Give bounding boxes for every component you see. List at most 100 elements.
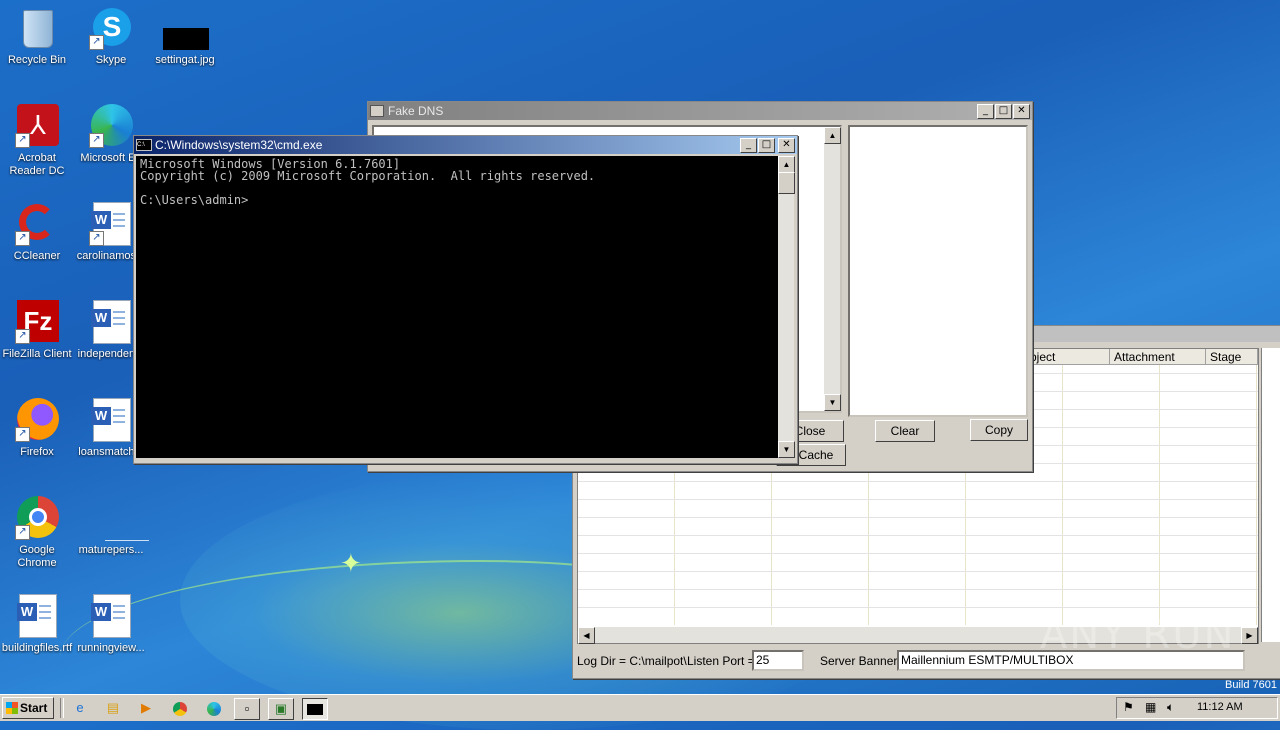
word-doc-icon: W <box>89 300 133 344</box>
media-player-icon[interactable]: ▶ <box>134 698 158 718</box>
explorer-folder-icon[interactable]: ▤ <box>101 698 125 718</box>
cmd-line-copyright: Copyright (c) 2009 Microsoft Corporation… <box>140 169 596 183</box>
desktop-icon-label: runningview... <box>77 642 145 654</box>
edge-icon: ↗ <box>89 104 133 148</box>
dns-log-scrollbar[interactable]: ▲ ▼ <box>824 127 841 411</box>
cmd-scrollbar[interactable]: ▲ ▼ <box>778 156 795 458</box>
word-doc-icon: W <box>89 594 133 638</box>
dns-output-panel[interactable] <box>848 125 1028 417</box>
column-header-subject[interactable]: bject <box>1026 349 1110 365</box>
clear-button[interactable]: Clear <box>875 420 935 442</box>
ie-icon[interactable]: e <box>68 698 92 718</box>
shortcut-arrow-icon: ↗ <box>15 525 30 540</box>
fake-dns-taskbar-icon[interactable]: ▫ <box>234 698 260 720</box>
desktop-icon-label: Recycle Bin <box>7 54 67 66</box>
desktop-icon-label: CCleaner <box>13 250 61 262</box>
copy-button[interactable]: Copy <box>970 419 1028 441</box>
word-doc-icon: W <box>89 398 133 442</box>
maximize-button[interactable]: □ <box>758 137 775 153</box>
desktop-icon-firefox[interactable]: ↗ Firefox <box>0 398 74 459</box>
recycle-bin-icon <box>15 6 59 50</box>
blank-file-icon <box>89 496 149 541</box>
scroll-down-button[interactable]: ▼ <box>778 441 795 458</box>
cmd-window-icon: C:\ <box>136 139 152 151</box>
network-icon[interactable]: ▦ <box>1145 700 1156 714</box>
start-label: Start <box>20 701 48 715</box>
close-icon[interactable]: ✕ <box>778 137 795 153</box>
desktop-icon-skype[interactable]: S ↗ Skype <box>74 6 148 67</box>
listen-port-label: Listen Port = <box>687 654 755 668</box>
desktop-icon-maturepers[interactable]: maturepers... <box>74 496 149 557</box>
right-panel-edge <box>1261 348 1280 642</box>
acrobat-icon: ⅄ ↗ <box>15 104 59 148</box>
server-banner-label: Server Banner <box>820 654 898 668</box>
skype-icon: S ↗ <box>89 6 133 50</box>
scroll-down-button[interactable]: ▼ <box>824 394 841 411</box>
scroll-left-button[interactable]: ◀ <box>578 627 595 644</box>
word-doc-icon: W ↗ <box>89 202 133 246</box>
taskbar-divider <box>60 698 64 718</box>
shortcut-arrow-icon: ↗ <box>89 35 104 50</box>
scroll-up-button[interactable]: ▲ <box>778 156 795 173</box>
volume-icon[interactable]: 🔈︎ <box>1167 700 1174 715</box>
scroll-right-button[interactable]: ▶ <box>1241 627 1258 644</box>
minimize-button[interactable]: _ <box>977 103 994 119</box>
scroll-up-button[interactable]: ▲ <box>824 127 841 144</box>
listen-port-input[interactable]: 25 <box>752 650 804 671</box>
maximize-button[interactable]: □ <box>995 103 1012 119</box>
cmd-title-bar[interactable]: C:\ C:\Windows\system32\cmd.exe _ □ ✕ <box>134 136 797 154</box>
desktop-icon-acrobat[interactable]: ⅄ ↗ Acrobat Reader DC <box>0 104 74 178</box>
shortcut-arrow-icon: ↗ <box>15 329 30 344</box>
shortcut-arrow-icon: ↗ <box>89 133 104 148</box>
close-icon[interactable]: ✕ <box>1013 103 1030 119</box>
desktop-icon-label: FileZilla Client <box>2 348 72 360</box>
image-file-icon <box>163 6 209 50</box>
ccleaner-icon: ↗ <box>15 202 59 246</box>
desktop-icon-label: maturepers... <box>78 544 144 556</box>
chrome-taskbar-icon[interactable] <box>168 698 192 718</box>
column-header-stage[interactable]: Stage <box>1206 349 1258 365</box>
column-header-attachment[interactable]: Attachment <box>1110 349 1206 365</box>
desktop-icon-buildingfiles[interactable]: W buildingfiles.rtf <box>0 594 74 655</box>
edge-taskbar-icon[interactable] <box>202 698 226 718</box>
close-button-label: Close <box>794 424 826 438</box>
desktop-icon-label: settingat.jpg <box>155 54 215 66</box>
firefox-icon: ↗ <box>15 398 59 442</box>
desktop-icon-runningview[interactable]: W runningview... <box>74 594 148 655</box>
cmd-prompt[interactable]: C:\Users\admin> <box>140 194 248 206</box>
flag-icon[interactable]: ⚑ <box>1123 700 1134 714</box>
desktop-icon-recycle-bin[interactable]: Recycle Bin <box>0 6 74 67</box>
desktop-icon-settingat[interactable]: settingat.jpg <box>148 6 222 67</box>
shortcut-arrow-icon: ↗ <box>15 427 30 442</box>
start-button[interactable]: Start <box>2 697 54 719</box>
clear-button-label: Clear <box>890 424 920 438</box>
wallpaper-logo: ✦ <box>340 548 362 578</box>
desktop-icon-label: Firefox <box>20 446 54 458</box>
cmd-console[interactable]: Microsoft Windows [Version 6.1.7601] Cop… <box>136 156 778 458</box>
anyrun-watermark: ANY RUN <box>1040 612 1236 658</box>
word-doc-icon: W <box>15 594 59 638</box>
shortcut-arrow-icon: ↗ <box>15 133 30 148</box>
window-icon <box>370 105 384 117</box>
mailpot-taskbar-icon[interactable]: ▣ <box>268 698 294 720</box>
cmd-taskbar-icon[interactable] <box>302 698 328 720</box>
fake-dns-title-bar[interactable]: Fake DNS _ □ ✕ <box>368 102 1032 120</box>
desktop-icon-label: Skype <box>95 54 127 66</box>
cmd-title: C:\Windows\system32\cmd.exe <box>155 138 323 152</box>
taskbar: Start e ▤ ▶ ▫ ▣ ⚑ ▦ 🔈︎ 11:12 AM <box>0 694 1280 721</box>
log-dir-label: Log Dir = C:\mailpot\ <box>577 654 687 668</box>
shortcut-arrow-icon: ↗ <box>89 231 104 246</box>
windows-logo-icon <box>6 702 18 714</box>
desktop-icon-ccleaner[interactable]: ↗ CCleaner <box>0 202 74 263</box>
clock[interactable]: 11:12 AM <box>1197 701 1243 713</box>
desktop-icon-label: Google Chrome <box>17 544 57 569</box>
build-label: Build 7601 <box>1225 679 1277 691</box>
desktop-icon-chrome[interactable]: ↗ Google Chrome <box>0 496 74 570</box>
minimize-button[interactable]: _ <box>740 137 757 153</box>
cmd-window[interactable]: C:\ C:\Windows\system32\cmd.exe _ □ ✕ Mi… <box>133 135 798 464</box>
copy-button-label: Copy <box>984 423 1013 437</box>
shortcut-arrow-icon: ↗ <box>15 231 30 246</box>
filezilla-icon: Fz ↗ <box>15 300 59 344</box>
desktop-icon-filezilla[interactable]: Fz ↗ FileZilla Client <box>0 300 74 361</box>
scroll-thumb[interactable] <box>778 172 795 194</box>
